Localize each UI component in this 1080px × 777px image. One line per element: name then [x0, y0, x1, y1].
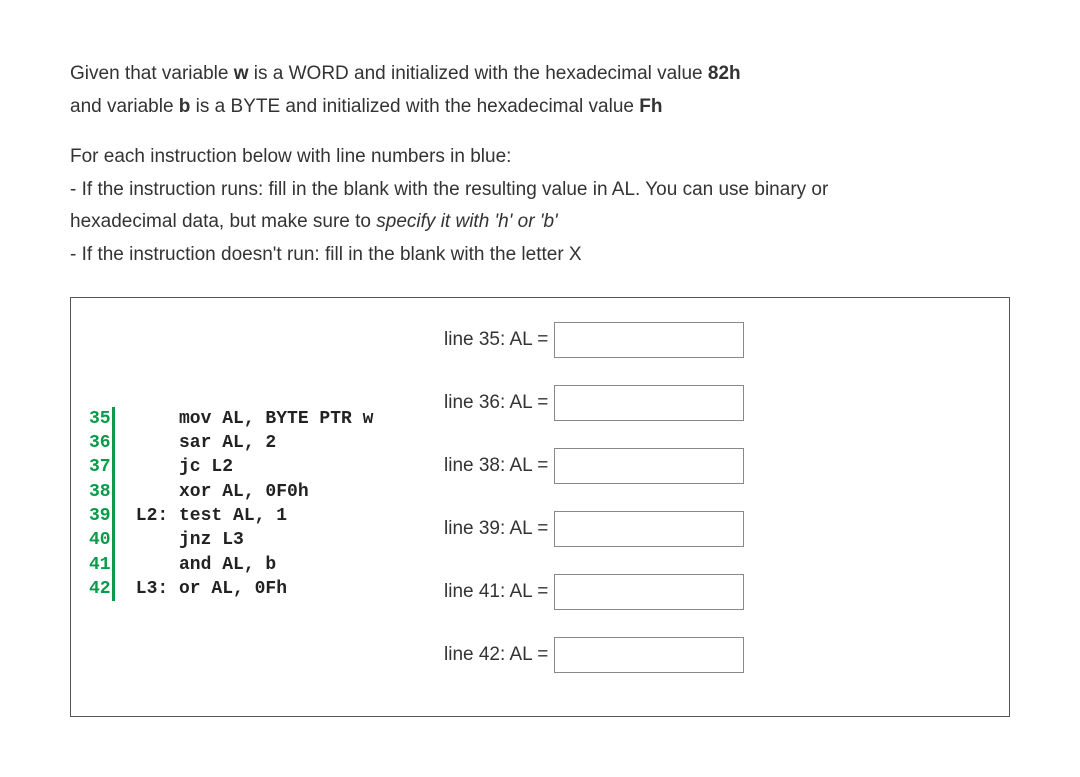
answers-column: line 35: AL = line 36: AL = line 38: AL … — [444, 316, 991, 692]
answer-label: line 39: AL = — [444, 515, 548, 544]
answer-row: line 35: AL = — [444, 322, 991, 358]
answer-input-42[interactable] — [554, 637, 744, 673]
intro-line-4: - If the instruction runs: fill in the b… — [70, 176, 1010, 205]
code-line: 42 L3: or AL, 0Fh — [89, 577, 373, 601]
answer-label: line 36: AL = — [444, 389, 548, 418]
text-italic: specify it with 'h' or 'b' — [376, 211, 557, 232]
line-number: 41 — [89, 553, 115, 577]
code-text: L3: or AL, 0Fh — [125, 577, 287, 601]
code-text: xor AL, 0F0h — [125, 480, 309, 504]
intro-line-5: hexadecimal data, but make sure to speci… — [70, 208, 1010, 237]
answer-row: line 39: AL = — [444, 511, 991, 547]
val-fh: Fh — [639, 96, 662, 117]
code-column: 35 mov AL, BYTE PTR w 36 sar AL, 2 37 jc… — [89, 316, 444, 692]
answer-input-41[interactable] — [554, 574, 744, 610]
line-number: 38 — [89, 480, 115, 504]
code-block: 35 mov AL, BYTE PTR w 36 sar AL, 2 37 jc… — [89, 407, 373, 601]
code-text: sar AL, 2 — [125, 431, 276, 455]
answer-row: line 42: AL = — [444, 637, 991, 673]
text: Given that variable — [70, 63, 234, 84]
val-82h: 82h — [708, 63, 741, 84]
code-text: mov AL, BYTE PTR w — [125, 407, 373, 431]
code-line: 39 L2: test AL, 1 — [89, 504, 373, 528]
answer-row: line 38: AL = — [444, 448, 991, 484]
line-number: 36 — [89, 431, 115, 455]
intro-line-3: For each instruction below with line num… — [70, 143, 1010, 172]
code-line: 40 jnz L3 — [89, 528, 373, 552]
code-line: 41 and AL, b — [89, 553, 373, 577]
answer-label: line 38: AL = — [444, 452, 548, 481]
text: is a BYTE and initialized with the hexad… — [190, 96, 639, 117]
line-number: 35 — [89, 407, 115, 431]
answer-label: line 35: AL = — [444, 326, 548, 355]
answer-input-38[interactable] — [554, 448, 744, 484]
var-b: b — [179, 96, 191, 117]
line-number: 42 — [89, 577, 115, 601]
text: and variable — [70, 96, 179, 117]
intro-line-2: and variable b is a BYTE and initialized… — [70, 93, 1010, 122]
question-panel: 35 mov AL, BYTE PTR w 36 sar AL, 2 37 jc… — [70, 297, 1010, 717]
answer-row: line 36: AL = — [444, 385, 991, 421]
intro-line-1: Given that variable w is a WORD and init… — [70, 60, 1010, 89]
code-line: 38 xor AL, 0F0h — [89, 480, 373, 504]
question-intro: Given that variable w is a WORD and init… — [70, 60, 1010, 269]
answer-row: line 41: AL = — [444, 574, 991, 610]
code-line: 35 mov AL, BYTE PTR w — [89, 407, 373, 431]
var-w: w — [234, 63, 249, 84]
line-number: 40 — [89, 528, 115, 552]
answer-input-35[interactable] — [554, 322, 744, 358]
line-number: 39 — [89, 504, 115, 528]
code-line: 37 jc L2 — [89, 455, 373, 479]
answer-label: line 42: AL = — [444, 641, 548, 670]
answer-label: line 41: AL = — [444, 578, 548, 607]
text: is a WORD and initialized with the hexad… — [248, 63, 707, 84]
code-line: 36 sar AL, 2 — [89, 431, 373, 455]
text: hexadecimal data, but make sure to — [70, 211, 376, 232]
intro-line-6: - If the instruction doesn't run: fill i… — [70, 241, 1010, 270]
line-number: 37 — [89, 455, 115, 479]
answer-input-39[interactable] — [554, 511, 744, 547]
code-text: jnz L3 — [125, 528, 244, 552]
code-text: and AL, b — [125, 553, 276, 577]
code-text: L2: test AL, 1 — [125, 504, 287, 528]
code-text: jc L2 — [125, 455, 233, 479]
answer-input-36[interactable] — [554, 385, 744, 421]
